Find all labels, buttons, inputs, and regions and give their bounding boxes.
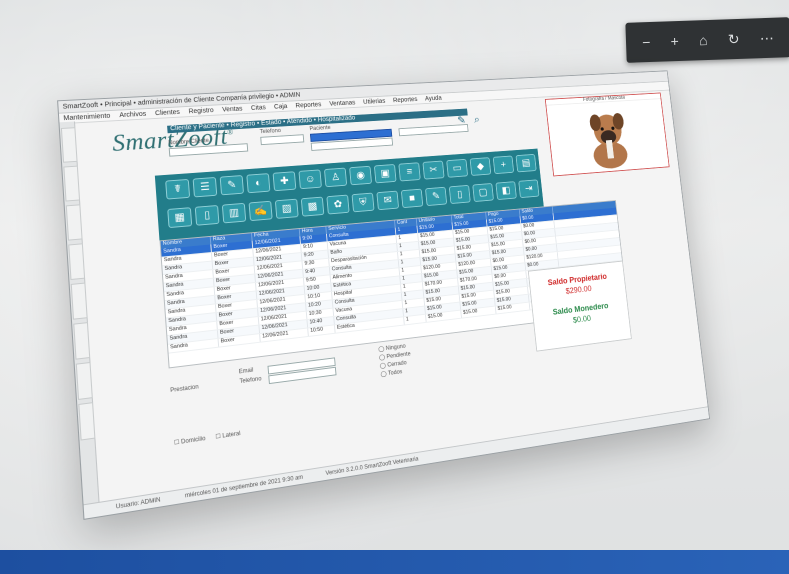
stop-icon[interactable]: ■ — [400, 188, 424, 209]
shield-icon[interactable]: ⛨ — [351, 192, 375, 213]
menu-item[interactable]: Ventanas — [329, 99, 355, 107]
edit-icon[interactable]: ✎ — [425, 186, 448, 207]
scissors-icon[interactable]: ✂ — [422, 160, 445, 180]
tag-icon[interactable]: ◆ — [469, 157, 492, 176]
email-label: Email — [238, 367, 254, 376]
mouse-icon[interactable]: ◉ — [349, 165, 373, 186]
report-icon[interactable]: ▨ — [274, 198, 299, 219]
search-icon[interactable]: ⌕ — [473, 113, 480, 126]
main-content: SmartZooft® Cliente y Paciente • Registr… — [76, 91, 703, 502]
side-tab[interactable] — [78, 402, 96, 441]
balance-panel: Saldo Propietario $290.00 Saldo Monedero… — [527, 260, 632, 352]
pill-icon[interactable]: ◐ — [246, 173, 271, 194]
menu-item[interactable]: Mantenimiento — [63, 112, 110, 121]
mobile-label: Telefono — [239, 376, 262, 385]
computer-icon[interactable]: ▭ — [446, 158, 469, 178]
side-tab[interactable] — [73, 322, 91, 360]
top-actions: ✎ ⌕ — [457, 113, 480, 127]
side-tab[interactable] — [63, 165, 81, 202]
dog-photo — [546, 99, 669, 173]
side-tab[interactable] — [68, 243, 86, 281]
option-checkbox[interactable]: ☐ Domicilio — [174, 435, 206, 446]
table-cell: 10:50 — [308, 325, 336, 336]
option-checkbox[interactable]: ☐ Lateral — [215, 430, 240, 440]
side-tab[interactable] — [70, 282, 88, 320]
menu-item[interactable]: Reportes — [393, 96, 418, 103]
calendar-icon[interactable]: ▦ — [167, 207, 193, 229]
menu-item[interactable]: Utilerias — [363, 98, 386, 105]
notes-icon[interactable]: ✍ — [248, 200, 273, 222]
pet-icon[interactable]: ✎ — [457, 114, 467, 127]
menu-item[interactable]: Caja — [274, 103, 288, 110]
list-icon[interactable]: ≡ — [398, 162, 421, 182]
side-tab[interactable] — [60, 127, 78, 163]
exit-icon[interactable]: ⇥ — [518, 179, 540, 199]
menu-item[interactable]: Clientes — [155, 109, 180, 117]
status-user: Usuario: ADMIN — [115, 496, 161, 511]
card-icon[interactable]: ▤ — [515, 153, 537, 173]
pet-profile-icon[interactable]: ☤ — [165, 178, 191, 200]
app-window: SmartZooft • Principal • administración … — [57, 70, 710, 520]
menu-item[interactable]: Ayuda — [425, 95, 442, 102]
page-icon[interactable]: ▢ — [472, 183, 494, 203]
photo-icon[interactable]: ◧ — [495, 181, 517, 201]
stage: SmartZooft • Principal • administración … — [0, 0, 789, 574]
pet-photo-panel: Fotografía / Mascota — [544, 92, 670, 177]
image-icon[interactable]: ▩ — [300, 196, 325, 217]
patient-label: Paciente — [309, 125, 331, 133]
prestacion-label: Prestacion — [170, 384, 199, 395]
vet-icon[interactable]: ☺ — [298, 169, 322, 190]
side-tab[interactable] — [65, 204, 83, 241]
add-icon[interactable]: + — [492, 155, 515, 175]
paw-icon[interactable]: ✿ — [326, 194, 350, 215]
bottom-banner — [0, 550, 789, 574]
clipboard-icon[interactable]: ☰ — [192, 176, 218, 198]
phone-label: Telefono — [259, 128, 282, 136]
status-options: ◯ Ninguno ◯ Pendiente ◯ Cerrado ◯ Todos — [378, 342, 412, 378]
document-icon[interactable]: ▯ — [194, 204, 220, 226]
menu-item[interactable]: Archivos — [119, 111, 146, 119]
phone-input[interactable] — [260, 134, 305, 146]
menu-item[interactable]: Registro — [188, 107, 214, 115]
syringe-icon[interactable]: ✎ — [219, 175, 245, 196]
menu-item[interactable]: Reportes — [295, 101, 321, 109]
box-icon[interactable]: ▣ — [373, 164, 397, 184]
menu-item[interactable]: Citas — [251, 104, 266, 111]
first-aid-icon[interactable]: ✚ — [272, 171, 297, 192]
doctor-icon[interactable]: ♙ — [323, 167, 348, 188]
menu-item[interactable]: Ventas — [222, 105, 243, 112]
side-tab[interactable] — [75, 361, 93, 400]
table-cell: 1 — [404, 314, 427, 325]
file-icon[interactable]: ▯ — [448, 184, 471, 205]
mail-icon[interactable]: ✉ — [376, 190, 400, 211]
checkbox-group: ☐ Domicilio ☐ Lateral — [174, 430, 241, 446]
receipt-icon[interactable]: ▥ — [221, 202, 247, 224]
